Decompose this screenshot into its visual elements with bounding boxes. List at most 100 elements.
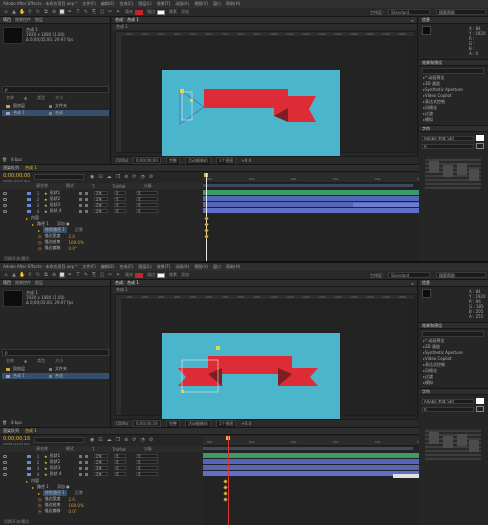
home-icon[interactable]: ⌂ [3, 272, 9, 278]
visibility-icon[interactable] [3, 203, 7, 207]
stopwatch-icon[interactable]: ◷ [38, 246, 42, 251]
tab-2[interactable]: 图层 [35, 17, 43, 23]
visibility-icon[interactable] [3, 472, 7, 476]
label-color[interactable] [27, 466, 31, 470]
font-family-field[interactable]: Adobe 黑体 Std [422, 135, 474, 141]
roto-tool-icon[interactable]: ✂ [107, 9, 113, 15]
timeline-switch-icon[interactable]: ☁ [107, 437, 112, 443]
blend-mode-dropdown[interactable]: 正常 [93, 466, 108, 470]
layer-duration-bar[interactable] [203, 459, 419, 464]
column-header[interactable]: 类型 [37, 95, 45, 101]
menu-item[interactable]: 窗口 [213, 1, 221, 7]
viewer-control[interactable]: 完整 [165, 157, 180, 164]
puppet-tool-icon[interactable]: ✦ [115, 272, 121, 278]
column-header[interactable]: 源名称 [36, 183, 48, 189]
comp-breadcrumb[interactable]: 合成 1 [112, 24, 417, 30]
visibility-icon[interactable] [3, 460, 7, 464]
visibility-icon[interactable] [3, 454, 7, 458]
timeline-switch-icon[interactable]: ⟳ [132, 437, 136, 443]
eraser-tool-icon[interactable]: ◫ [99, 9, 105, 15]
track-matte-dropdown[interactable]: 无 [113, 191, 126, 195]
column-header[interactable]: T [92, 184, 94, 189]
fill-swatch[interactable] [135, 9, 143, 15]
fx-switch[interactable] [84, 203, 88, 207]
blend-mode-dropdown[interactable]: 正常 [93, 209, 108, 213]
timeline-switch-icon[interactable]: ⊚ [124, 174, 128, 180]
column-header[interactable]: T [92, 447, 94, 452]
layer-name[interactable]: 形状 4 [50, 208, 76, 214]
brush-tool-icon[interactable]: ✎ [83, 272, 89, 278]
effects-category[interactable]: 模拟 [423, 117, 463, 123]
timeline-switch-icon[interactable]: ◔ [140, 437, 144, 443]
home-icon[interactable]: ⌂ [3, 9, 9, 15]
shy-switch[interactable] [78, 191, 82, 195]
property-value[interactable]: 0.0° [69, 246, 77, 251]
viewer-control[interactable]: 活动摄像机 [184, 157, 211, 164]
keyframe-marker[interactable] [204, 228, 209, 233]
blend-mode-dropdown[interactable]: 正常 [93, 197, 108, 201]
layer-duration-bar[interactable] [203, 196, 419, 201]
column-header[interactable]: 名称 [6, 95, 14, 101]
tab-2[interactable]: 图层 [35, 280, 43, 286]
viewer-control[interactable]: (50%) [116, 421, 128, 426]
viewer-control[interactable]: (50%) [116, 158, 128, 163]
tab-0[interactable]: 项目 [3, 17, 11, 23]
tab-0[interactable]: 项目 [3, 280, 11, 286]
render-queue-tab[interactable]: 渲染队列 [3, 165, 19, 171]
stopwatch-icon[interactable]: ▸ [26, 216, 28, 221]
viewer-control[interactable]: 完整 [165, 420, 180, 427]
menu-item[interactable]: 合成(C) [119, 1, 133, 7]
keyframe-marker[interactable] [223, 479, 228, 484]
menu-item[interactable]: 动画(A) [175, 264, 189, 270]
roto-tool-icon[interactable]: ✂ [107, 272, 113, 278]
fx-switch[interactable] [84, 472, 88, 476]
fx-switch[interactable] [84, 460, 88, 464]
column-header[interactable]: 名称 [6, 358, 14, 364]
layer-duration-bar[interactable] [203, 190, 419, 195]
effects-category[interactable]: 模拟 [423, 380, 463, 386]
render-queue-tab[interactable]: 渲染队列 [3, 428, 19, 434]
track-matte-dropdown[interactable]: 无 [113, 209, 126, 213]
workspace-dropdown[interactable]: Standard [388, 9, 430, 15]
panel-menu-icon[interactable]: ≡ [411, 281, 414, 286]
column-header[interactable]: 类型 [37, 358, 45, 364]
blend-mode-dropdown[interactable]: 正常 [93, 460, 108, 464]
bpc-toggle[interactable]: 8 bpc [11, 420, 22, 425]
shy-switch[interactable] [78, 460, 82, 464]
label-color[interactable] [27, 454, 31, 458]
stopwatch-icon[interactable]: ▸ [38, 228, 40, 233]
timeline-switch-icon[interactable]: ⊡ [98, 437, 102, 443]
track-matte-dropdown[interactable]: 无 [113, 466, 126, 470]
pen-tool-icon[interactable]: ✒ [67, 9, 73, 15]
menu-item[interactable]: 视图(V) [194, 264, 208, 270]
timeline-switch-icon[interactable]: ⟳ [132, 174, 136, 180]
timeline-switch-icon[interactable]: ⊡ [98, 174, 102, 180]
stopwatch-icon[interactable]: ▸ [38, 491, 40, 496]
text-color-swatch[interactable] [476, 135, 484, 141]
stopwatch-icon[interactable]: ◷ [38, 240, 42, 245]
label-color[interactable] [27, 460, 31, 464]
project-item[interactable]: 合成 1 合成 [2, 373, 109, 379]
timeline-switch-icon[interactable]: ◔ [140, 174, 144, 180]
trash-icon[interactable]: 🗑 [2, 157, 7, 162]
blend-mode-dropdown[interactable]: 正常 [93, 454, 108, 458]
effects-search-input[interactable] [422, 331, 484, 337]
shy-switch[interactable] [78, 197, 82, 201]
viewer-control[interactable]: 活动摄像机 [184, 420, 211, 427]
fx-switch[interactable] [84, 454, 88, 458]
stroke-color-swatch[interactable] [476, 406, 484, 412]
stopwatch-icon[interactable]: ◷ [38, 509, 42, 514]
visibility-icon[interactable] [3, 197, 7, 201]
parent-dropdown[interactable]: 无 [135, 472, 158, 476]
fx-switch[interactable] [84, 191, 88, 195]
column-header[interactable]: TrkMat [112, 447, 125, 452]
project-item[interactable]: 合成 1 合成 [2, 110, 109, 116]
viewer-control[interactable]: +0.0 [241, 421, 251, 426]
tab-1[interactable]: 效果控件 [15, 280, 31, 286]
comp-timeline-tab[interactable]: 合成 1 [25, 428, 37, 434]
stopwatch-icon[interactable]: ▸ [32, 222, 34, 227]
stopwatch-icon[interactable]: ◷ [38, 234, 42, 239]
column-header[interactable]: 父级 [144, 446, 152, 452]
pen-tool-icon[interactable]: ✒ [67, 272, 73, 278]
menu-item[interactable]: 帮助(H) [226, 264, 240, 270]
